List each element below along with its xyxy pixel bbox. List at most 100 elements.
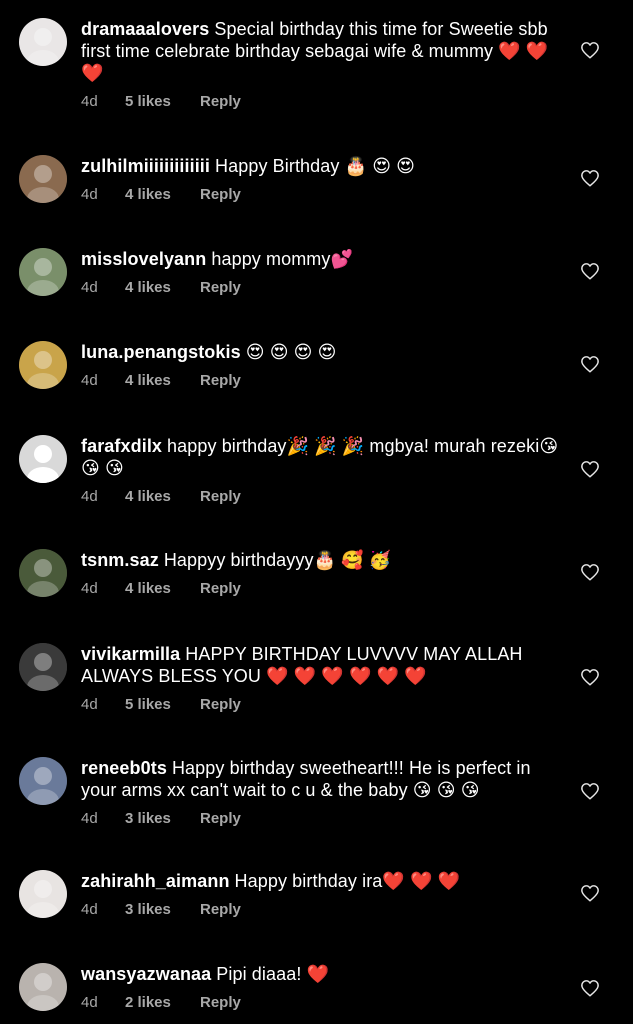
reply-button[interactable]: Reply (200, 901, 241, 918)
avatar-image (19, 155, 67, 203)
comment-text: Happy Birthday 🎂 😍 😍 (215, 156, 416, 176)
comment-meta: 4d 4 likes Reply (81, 372, 561, 389)
like-heart-icon[interactable] (580, 884, 600, 904)
comment-username[interactable]: dramaaalovers (81, 19, 209, 39)
like-heart-icon[interactable] (580, 563, 600, 583)
avatar-image (19, 643, 67, 691)
like-heart-icon[interactable] (580, 262, 600, 282)
avatar[interactable] (19, 341, 67, 389)
comment-username[interactable]: reneeb0ts (81, 758, 167, 778)
like-heart-icon[interactable] (580, 355, 600, 375)
comment-meta: 4d 4 likes Reply (81, 580, 561, 597)
avatar[interactable] (19, 155, 67, 203)
comment-username[interactable]: misslovelyann (81, 249, 206, 269)
avatar-image (19, 549, 67, 597)
reply-button[interactable]: Reply (200, 994, 241, 1011)
comment-likes[interactable]: 4 likes (125, 488, 200, 505)
avatar-image (19, 757, 67, 805)
avatar-image (19, 870, 67, 918)
avatar[interactable] (19, 643, 67, 691)
comment-body: luna.penangstokis 😍 😍 😍 😍 4d 4 likes Repl… (81, 341, 561, 389)
avatar[interactable] (19, 870, 67, 918)
comment-time: 4d (81, 279, 98, 296)
comment-meta: 4d 4 likes Reply (81, 488, 561, 505)
comment-likes[interactable]: 5 likes (125, 696, 200, 713)
comment-likes[interactable]: 3 likes (125, 810, 200, 827)
comment-text: Happy birthday ira❤️ ❤️ ❤️ (234, 871, 461, 891)
comment-body: reneeb0ts Happy birthday sweetheart!!! He… (81, 757, 561, 827)
comment-username[interactable]: luna.penangstokis (81, 342, 241, 362)
comment-time: 4d (81, 901, 98, 918)
comment-text: Happyy birthdayyy🎂 🥰 🥳 (163, 550, 392, 570)
comment-text-line: misslovelyann happy mommy💕 (81, 248, 561, 270)
like-heart-icon[interactable] (580, 979, 600, 999)
comment-likes[interactable]: 4 likes (125, 580, 200, 597)
comment-likes[interactable]: 3 likes (125, 901, 200, 918)
comment-likes[interactable]: 4 likes (125, 279, 200, 296)
comment-body: misslovelyann happy mommy💕 4d 4 likes Rep… (81, 248, 561, 296)
comment-body: vivikarmilla HAPPY BIRTHDAY LUVVVV MAY AL… (81, 643, 561, 713)
avatar[interactable] (19, 18, 67, 66)
avatar-image (19, 248, 67, 296)
reply-button[interactable]: Reply (200, 279, 241, 296)
comment-username[interactable]: tsnm.saz (81, 550, 159, 570)
comment-time: 4d (81, 93, 98, 110)
comment-text-line: luna.penangstokis 😍 😍 😍 😍 (81, 341, 561, 363)
like-heart-icon[interactable] (580, 668, 600, 688)
avatar-image (19, 18, 67, 66)
avatar-image (19, 963, 67, 1011)
avatar[interactable] (19, 248, 67, 296)
reply-button[interactable]: Reply (200, 488, 241, 505)
reply-button[interactable]: Reply (200, 372, 241, 389)
avatar[interactable] (19, 963, 67, 1011)
like-heart-icon[interactable] (580, 460, 600, 480)
comment-meta: 4d 5 likes Reply (81, 93, 561, 110)
comment-meta: 4d 3 likes Reply (81, 901, 561, 918)
comment-time: 4d (81, 696, 98, 713)
reply-button[interactable]: Reply (200, 93, 241, 110)
comment-meta: 4d 4 likes Reply (81, 279, 561, 296)
comment-text-line: reneeb0ts Happy birthday sweetheart!!! He… (81, 757, 561, 801)
comment-text: Pipi diaaa! ❤️ (216, 964, 330, 984)
comment-likes[interactable]: 5 likes (125, 93, 200, 110)
comment-time: 4d (81, 372, 98, 389)
comment-text-line: dramaaalovers Special birthday this time … (81, 18, 561, 84)
avatar[interactable] (19, 549, 67, 597)
comment-body: zulhilmiiiiiiiiiiiii Happy Birthday 🎂 😍 😍… (81, 155, 561, 203)
comment-username[interactable]: vivikarmilla (81, 644, 180, 664)
comment-time: 4d (81, 810, 98, 827)
comment-text-line: tsnm.saz Happyy birthdayyy🎂 🥰 🥳 (81, 549, 561, 571)
avatar-image (19, 435, 67, 483)
like-heart-icon[interactable] (580, 782, 600, 802)
comment-time: 4d (81, 994, 98, 1011)
comment-text-line: farafxdilx happy birthday🎉 🎉 🎉 mgbya! mur… (81, 435, 561, 479)
comment-text-line: zahirahh_aimann Happy birthday ira❤️ ❤️ ❤… (81, 870, 561, 892)
like-heart-icon[interactable] (580, 41, 600, 61)
avatar[interactable] (19, 757, 67, 805)
reply-button[interactable]: Reply (200, 696, 241, 713)
comment-time: 4d (81, 580, 98, 597)
comment-meta: 4d 4 likes Reply (81, 186, 561, 203)
comment-text-line: zulhilmiiiiiiiiiiiii Happy Birthday 🎂 😍 😍 (81, 155, 561, 177)
comment-time: 4d (81, 186, 98, 203)
reply-button[interactable]: Reply (200, 810, 241, 827)
reply-button[interactable]: Reply (200, 186, 241, 203)
comment-likes[interactable]: 2 likes (125, 994, 200, 1011)
comment-likes[interactable]: 4 likes (125, 186, 200, 203)
comment-body: zahirahh_aimann Happy birthday ira❤️ ❤️ ❤… (81, 870, 561, 918)
like-heart-icon[interactable] (580, 169, 600, 189)
comment-username[interactable]: farafxdilx (81, 436, 162, 456)
comment-time: 4d (81, 488, 98, 505)
comment-body: tsnm.saz Happyy birthdayyy🎂 🥰 🥳 4d 4 like… (81, 549, 561, 597)
comment-meta: 4d 5 likes Reply (81, 696, 561, 713)
comment-username[interactable]: wansyazwanaa (81, 964, 211, 984)
comment-meta: 4d 3 likes Reply (81, 810, 561, 827)
avatar[interactable] (19, 435, 67, 483)
comment-username[interactable]: zulhilmiiiiiiiiiiiii (81, 156, 210, 176)
comment-text: 😍 😍 😍 😍 (245, 342, 337, 362)
comment-text-line: vivikarmilla HAPPY BIRTHDAY LUVVVV MAY AL… (81, 643, 561, 687)
reply-button[interactable]: Reply (200, 580, 241, 597)
comment-username[interactable]: zahirahh_aimann (81, 871, 230, 891)
comment-text: happy mommy💕 (211, 249, 354, 269)
comment-likes[interactable]: 4 likes (125, 372, 200, 389)
